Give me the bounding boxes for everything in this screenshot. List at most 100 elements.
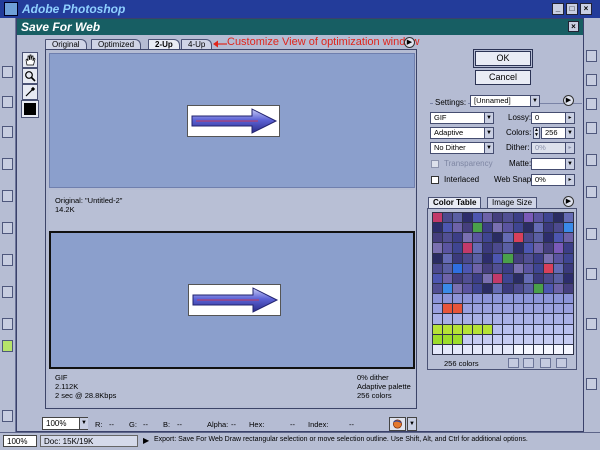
- color-swatch[interactable]: [453, 213, 463, 223]
- color-swatch[interactable]: [433, 233, 443, 243]
- tool-slot[interactable]: [2, 254, 13, 266]
- tool-slot[interactable]: [2, 190, 13, 202]
- color-swatch[interactable]: [473, 253, 483, 263]
- color-swatch[interactable]: [443, 263, 453, 273]
- settings-menu-button[interactable]: ▶: [563, 95, 574, 106]
- color-swatch[interactable]: [473, 334, 483, 344]
- tool-slot[interactable]: [2, 340, 13, 352]
- color-swatch[interactable]: [493, 263, 503, 273]
- palette-slot[interactable]: [586, 98, 597, 110]
- color-swatch[interactable]: [483, 284, 493, 294]
- color-swatch[interactable]: [463, 263, 473, 273]
- color-swatch[interactable]: [473, 304, 483, 314]
- color-swatch[interactable]: [453, 223, 463, 233]
- color-swatch[interactable]: [473, 243, 483, 253]
- color-swatch[interactable]: [513, 273, 523, 283]
- color-swatch[interactable]: [513, 223, 523, 233]
- preview-in-browser-button[interactable]: [389, 417, 406, 431]
- color-swatch[interactable]: [503, 294, 513, 304]
- color-swatch[interactable]: [493, 314, 503, 324]
- map-color-icon[interactable]: [508, 358, 519, 368]
- color-swatch[interactable]: [463, 273, 473, 283]
- color-swatch[interactable]: [533, 273, 543, 283]
- color-swatch[interactable]: [503, 223, 513, 233]
- color-swatch[interactable]: [533, 344, 543, 354]
- tab-4-up[interactable]: 4-Up: [181, 39, 213, 49]
- hand-tool[interactable]: [22, 52, 38, 68]
- format-dropdown[interactable]: GIF ▼: [430, 112, 494, 124]
- color-swatch[interactable]: [443, 324, 453, 334]
- color-swatch[interactable]: [433, 304, 443, 314]
- color-swatch[interactable]: [443, 243, 453, 253]
- color-swatch[interactable]: [483, 263, 493, 273]
- color-swatch[interactable]: [503, 344, 513, 354]
- color-swatch[interactable]: [443, 223, 453, 233]
- color-swatch[interactable]: [463, 213, 473, 223]
- color-swatch[interactable]: [513, 344, 523, 354]
- color-swatch[interactable]: [493, 253, 503, 263]
- color-swatch[interactable]: [563, 294, 573, 304]
- color-swatch[interactable]: [473, 263, 483, 273]
- dither-field[interactable]: 0% ▸: [531, 142, 575, 154]
- tab-color-table[interactable]: Color Table: [428, 197, 482, 208]
- color-swatch[interactable]: [463, 233, 473, 243]
- color-swatch[interactable]: [433, 273, 443, 283]
- color-swatch[interactable]: [473, 233, 483, 243]
- color-swatch[interactable]: [543, 304, 553, 314]
- tool-slot[interactable]: [2, 286, 13, 298]
- color-swatch[interactable]: [433, 324, 443, 334]
- color-swatch[interactable]: [443, 344, 453, 354]
- color-swatch[interactable]: [463, 253, 473, 263]
- color-swatch[interactable]: [563, 284, 573, 294]
- color-swatch[interactable]: [473, 314, 483, 324]
- tool-slot[interactable]: [2, 410, 13, 422]
- color-swatch[interactable]: [523, 253, 533, 263]
- tool-slot[interactable]: [2, 318, 13, 330]
- color-swatch[interactable]: [443, 284, 453, 294]
- color-swatch[interactable]: [513, 314, 523, 324]
- color-swatch[interactable]: [553, 243, 563, 253]
- eyedropper-color-swatch[interactable]: [21, 100, 39, 118]
- color-swatch[interactable]: [503, 253, 513, 263]
- tool-slot[interactable]: [2, 66, 13, 78]
- color-swatch[interactable]: [473, 223, 483, 233]
- color-swatch[interactable]: [533, 213, 543, 223]
- photoshop-zoom-field[interactable]: 100%: [3, 435, 37, 447]
- color-swatch[interactable]: [503, 233, 513, 243]
- color-swatch[interactable]: [503, 334, 513, 344]
- color-swatch[interactable]: [463, 304, 473, 314]
- color-swatch[interactable]: [553, 294, 563, 304]
- color-swatch[interactable]: [563, 263, 573, 273]
- color-swatch[interactable]: [443, 233, 453, 243]
- color-swatch[interactable]: [473, 344, 483, 354]
- color-swatch[interactable]: [533, 253, 543, 263]
- color-swatch[interactable]: [513, 263, 523, 273]
- color-swatch[interactable]: [543, 284, 553, 294]
- color-swatch[interactable]: [443, 253, 453, 263]
- color-swatch[interactable]: [513, 304, 523, 314]
- dialog-close-icon[interactable]: ×: [568, 21, 579, 32]
- color-swatch[interactable]: [463, 294, 473, 304]
- color-swatch[interactable]: [443, 294, 453, 304]
- palette-slot[interactable]: [586, 154, 597, 166]
- color-swatch[interactable]: [463, 314, 473, 324]
- color-swatch[interactable]: [543, 263, 553, 273]
- color-swatch[interactable]: [523, 324, 533, 334]
- color-swatch[interactable]: [563, 273, 573, 283]
- color-swatch[interactable]: [533, 304, 543, 314]
- color-swatch[interactable]: [443, 213, 453, 223]
- color-swatch[interactable]: [543, 253, 553, 263]
- color-swatch[interactable]: [533, 243, 543, 253]
- palette-slot[interactable]: [586, 268, 597, 280]
- color-swatch[interactable]: [543, 273, 553, 283]
- color-swatch[interactable]: [443, 304, 453, 314]
- color-swatch[interactable]: [433, 284, 443, 294]
- color-swatch[interactable]: [453, 233, 463, 243]
- color-swatch[interactable]: [473, 284, 483, 294]
- color-swatch[interactable]: [463, 223, 473, 233]
- color-swatch[interactable]: [563, 344, 573, 354]
- tool-slot[interactable]: [2, 96, 13, 108]
- color-swatch[interactable]: [483, 223, 493, 233]
- palette-dropdown[interactable]: Adaptive ▼: [430, 127, 494, 139]
- color-swatch[interactable]: [473, 213, 483, 223]
